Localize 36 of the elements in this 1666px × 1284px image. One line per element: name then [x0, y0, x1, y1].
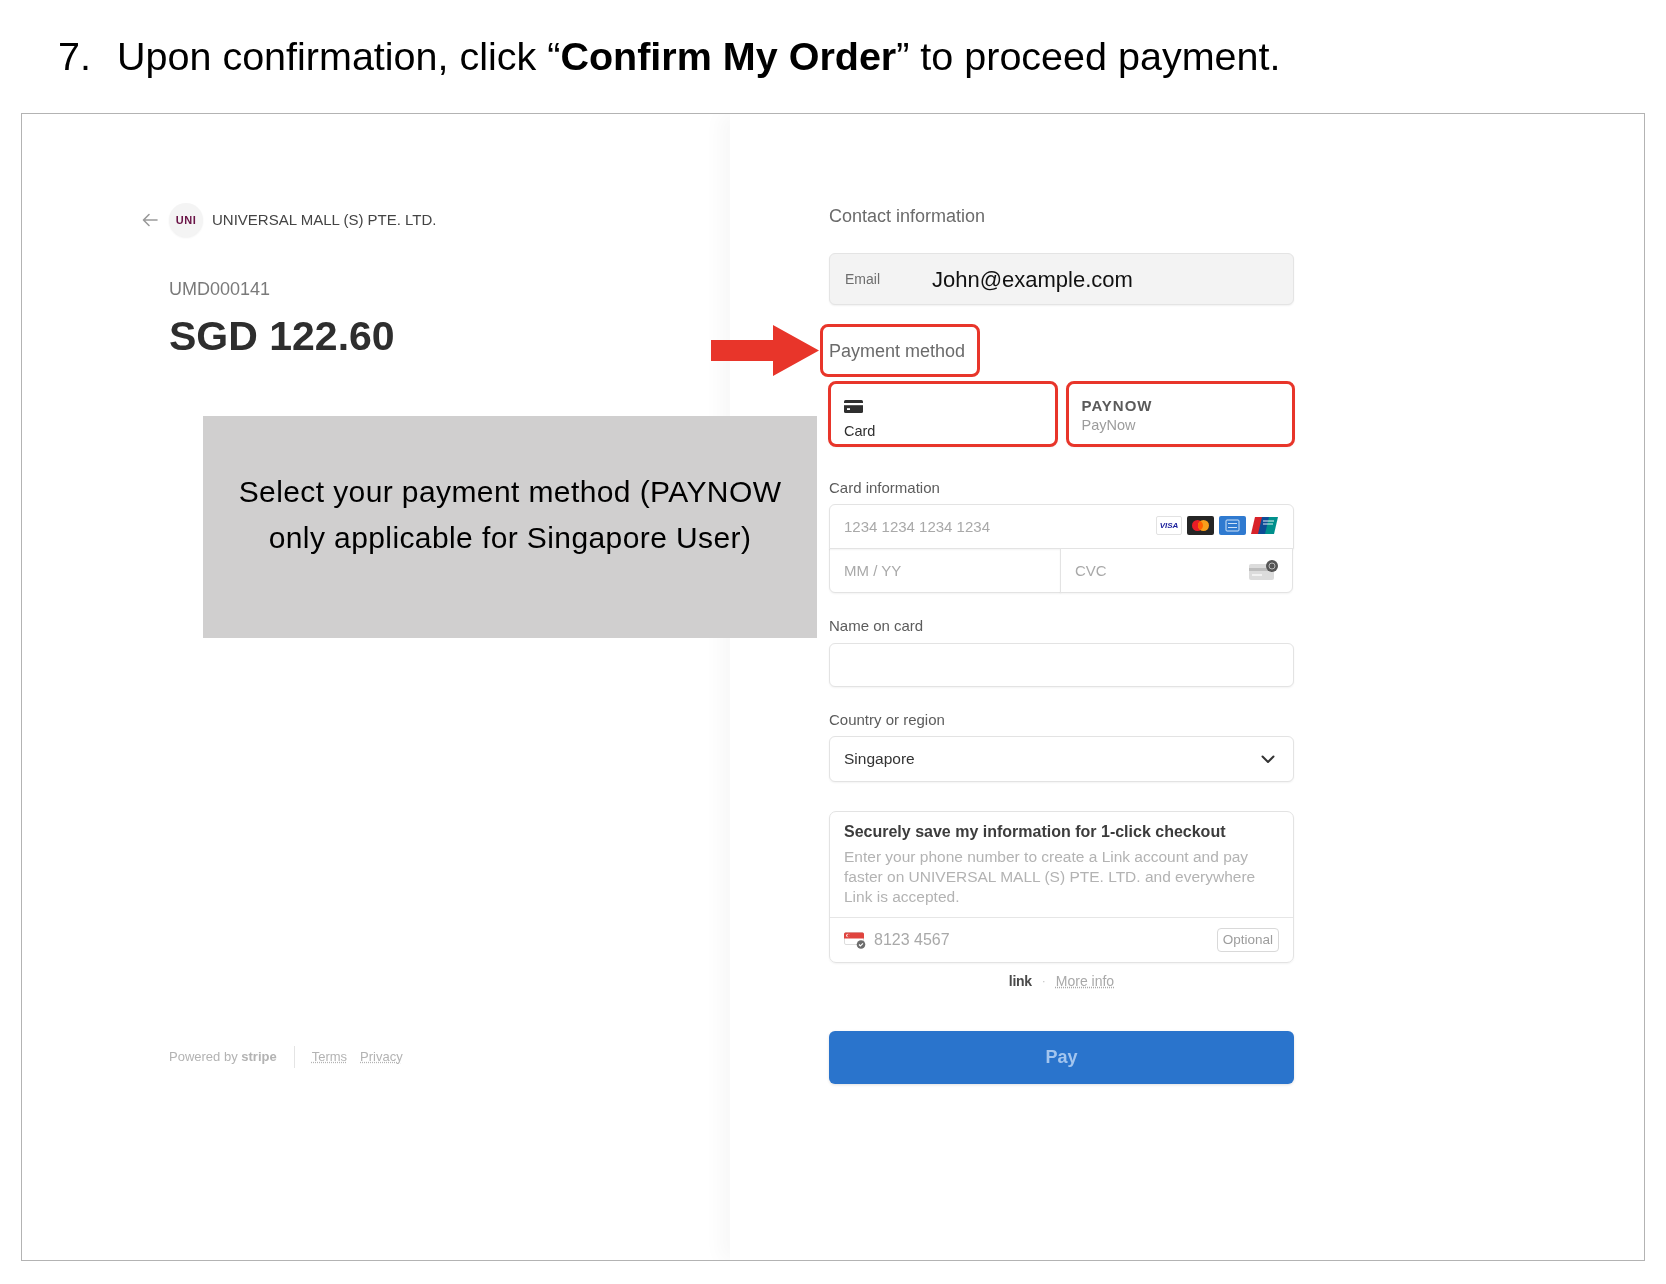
flag-icon[interactable]	[844, 931, 866, 949]
card-brand-icon	[1251, 516, 1278, 535]
field-label: Card information	[829, 478, 941, 498]
link-logo: link	[1008, 971, 1032, 991]
cvc-card-icon	[1249, 560, 1278, 580]
instruction-text: Upon confirmation, click “Confirm My Order” to proceed payment.	[117, 33, 1281, 80]
step-number: 7.	[58, 33, 92, 80]
save-info-description: Enter your phone number to create a Link account and pay faster on UNIVERSAL MALL (S) PTE. LTD. and everywhere Link is accepted.	[843, 847, 1257, 907]
field-label: Country or region	[829, 710, 946, 730]
section-heading: Contact information	[829, 205, 987, 228]
section-heading: Payment method	[829, 339, 966, 363]
order-reference: UMD000141	[169, 278, 271, 301]
phone-input[interactable]: 8123 4567	[872, 927, 1217, 953]
order-amount: SGD 122.60	[169, 312, 395, 361]
payment-method-tab[interactable]: PAYNOW PayNow	[1066, 382, 1294, 446]
merchant-name: UNIVERSAL MALL (S) PTE. LTD.	[212, 209, 437, 230]
callout-note: Select your payment method (PAYNOW only applicable for Singapore User)	[203, 416, 817, 638]
merchant-logo: UNI	[169, 203, 203, 237]
expiry-input[interactable]: MM / YY	[829, 548, 1061, 593]
save-info-title: Securely save my information for 1-click checkout	[843, 822, 1227, 842]
email-field[interactable]: Email John@example.com	[829, 253, 1294, 305]
payment-method-tab[interactable]: Card	[829, 382, 1057, 446]
card-brand-icon	[1219, 516, 1246, 535]
powered-by-text: Powered by stripe	[169, 1048, 277, 1067]
back-arrow-icon[interactable]	[142, 213, 158, 227]
paynow-logo: PAYNOW	[1081, 397, 1153, 415]
name-input[interactable]	[829, 643, 1294, 687]
cvc-input[interactable]: CVC	[1060, 548, 1293, 593]
chevron-down-icon	[1261, 754, 1275, 764]
country-select[interactable]: Singapore	[829, 736, 1294, 782]
card-brand-icon	[1187, 516, 1214, 535]
optional-label: Optional	[1216, 927, 1279, 953]
field-label: Name on card	[829, 616, 925, 636]
credit-card-icon	[844, 400, 863, 413]
card-brand-logo: VISA	[1156, 516, 1182, 535]
separator-dot: ·	[1041, 973, 1046, 990]
